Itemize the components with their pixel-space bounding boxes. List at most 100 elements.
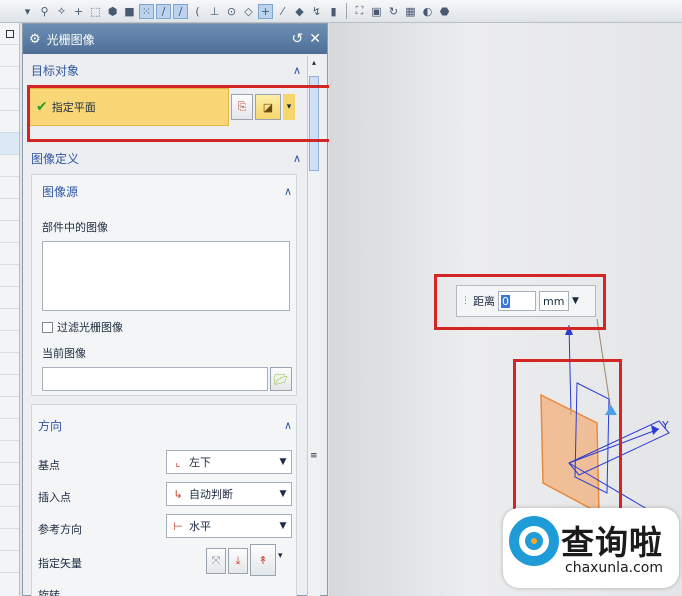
nav-row[interactable] xyxy=(0,309,19,331)
clear-icon[interactable]: ▮ xyxy=(326,4,341,19)
point-icon[interactable]: + xyxy=(71,4,86,19)
navigator-strip xyxy=(0,23,20,596)
vector-select-button[interactable]: ⤓ xyxy=(228,548,248,574)
section-title: 目标对象 xyxy=(31,64,80,78)
nav-row[interactable] xyxy=(0,419,19,441)
group-title: 方向 xyxy=(38,419,63,433)
render-style-icon[interactable]: ◐ xyxy=(420,4,435,19)
insert-point-label: 插入点 xyxy=(38,491,71,504)
toolbar-separator xyxy=(346,3,347,19)
nav-row[interactable] xyxy=(0,133,19,155)
dropdown-arrow-icon[interactable]: ▾ xyxy=(20,4,35,19)
dialog-title-bar[interactable]: ⚙ 光栅图像 ↺ ✕ xyxy=(23,24,327,54)
rotate-icon[interactable]: ↻ xyxy=(386,4,401,19)
layout-icon[interactable]: ▦ xyxy=(403,4,418,19)
reverse-direction-button[interactable]: ⤧ xyxy=(206,548,226,574)
y-axis-arrow xyxy=(651,425,659,435)
close-icon[interactable]: ✕ xyxy=(309,31,321,47)
ref-direction-dropdown[interactable]: ⊢ 水平 ▼ xyxy=(166,514,292,538)
dialog-title: 光栅图像 xyxy=(46,32,95,47)
line-snap-icon[interactable]: / xyxy=(156,3,171,19)
tangent-icon[interactable]: ⁄ xyxy=(275,4,290,19)
nav-row[interactable] xyxy=(0,265,19,287)
ref-direction-label: 参考方向 xyxy=(38,523,82,536)
chevron-up-icon[interactable]: ∧ xyxy=(293,152,301,165)
nav-row[interactable] xyxy=(0,89,19,111)
ref-direction-value: 水平 xyxy=(189,520,211,533)
part-images-list[interactable] xyxy=(42,241,290,311)
highlight-box-distance xyxy=(434,274,606,330)
solid-icon[interactable]: ■ xyxy=(122,4,137,19)
specify-vector-label: 指定矢量 xyxy=(38,557,82,570)
nav-row[interactable] xyxy=(0,507,19,529)
target-object-header[interactable]: 目标对象 ∧ xyxy=(31,62,301,79)
fit-view-icon[interactable]: ⛶ xyxy=(352,4,367,19)
curve-point-icon[interactable]: ↯ xyxy=(309,4,324,19)
cube-icon[interactable]: ⬢ xyxy=(105,4,120,19)
nav-row[interactable] xyxy=(0,221,19,243)
insert-point-dropdown[interactable]: ↳ 自动判断 ▼ xyxy=(166,482,292,506)
image-definition-header[interactable]: 图像定义 ∧ xyxy=(31,150,301,167)
scroll-up-icon[interactable]: ▴ xyxy=(309,58,319,72)
arc-icon[interactable]: ( xyxy=(190,4,205,19)
base-point-dropdown[interactable]: ⌞ 左下 ▼ xyxy=(166,450,292,474)
nav-row[interactable] xyxy=(0,23,19,45)
grid-snap-icon[interactable]: ⁙ xyxy=(139,3,154,19)
watermark-badge: 查询啦 chaxunla.com xyxy=(503,508,679,588)
nav-row[interactable] xyxy=(0,243,19,265)
chevron-up-icon[interactable]: ∧ xyxy=(284,419,292,432)
gear-icon[interactable]: ⚙ xyxy=(29,32,41,47)
filter-raster-checkbox[interactable] xyxy=(42,321,53,333)
snap-icon[interactable]: ⟡ xyxy=(54,4,69,19)
perpendicular-icon[interactable]: ⊥ xyxy=(207,4,222,19)
nav-row[interactable] xyxy=(0,485,19,507)
nav-row[interactable] xyxy=(0,155,19,177)
view-cube-icon[interactable]: ⬣ xyxy=(437,4,452,19)
image-source-header[interactable]: 图像源 ∧ xyxy=(42,183,292,200)
chevron-up-icon[interactable]: ∧ xyxy=(284,185,292,198)
select-filter-icon[interactable]: ⚲ xyxy=(37,4,52,19)
vector-dialog-button[interactable]: ↟ xyxy=(250,544,276,576)
splitter-grip-icon[interactable]: ≡ xyxy=(310,451,318,461)
magnifier-logo-icon xyxy=(509,516,559,566)
main-toolbar: ▾ ⚲ ⟡ + ⬚ ⬢ ■ ⁙ / ∕ ( ⊥ ⊙ ◇ + ⁄ ◆ ↯ ▮ ⛶ … xyxy=(0,0,682,23)
watermark-cn-text: 查询啦 xyxy=(561,523,663,562)
part-images-label: 部件中的图像 xyxy=(42,221,108,234)
reset-icon[interactable]: ↺ xyxy=(292,31,304,47)
nav-row[interactable] xyxy=(0,331,19,353)
image-source-group: 图像源 ∧ 部件中的图像 过滤光栅图像 当前图像 📂︎ xyxy=(31,174,297,396)
nav-row[interactable] xyxy=(0,45,19,67)
nav-row[interactable] xyxy=(0,397,19,419)
group-title: 图像源 xyxy=(42,185,79,199)
nav-row[interactable] xyxy=(0,529,19,551)
nav-row[interactable] xyxy=(0,199,19,221)
zoom-icon[interactable]: ▣ xyxy=(369,4,384,19)
center-icon[interactable]: ⊙ xyxy=(224,4,239,19)
surface-point-icon[interactable]: ◆ xyxy=(292,4,307,19)
current-image-field[interactable] xyxy=(42,367,268,391)
direction-group: 方向 ∧ 基点 ⌞ 左下 ▼ 插入点 ↳ 自动判断 ▼ 参考方向 ⊢ 水平 ▼ … xyxy=(31,404,297,596)
nav-row[interactable] xyxy=(0,353,19,375)
edge-snap-icon[interactable]: ∕ xyxy=(173,3,188,19)
filter-raster-row[interactable]: 过滤光栅图像 xyxy=(42,319,123,335)
vector-options-dropdown[interactable]: ▾ xyxy=(278,551,283,561)
nav-row[interactable] xyxy=(0,441,19,463)
nav-row[interactable] xyxy=(0,111,19,133)
nav-row[interactable] xyxy=(0,551,19,573)
direction-header[interactable]: 方向 ∧ xyxy=(38,417,292,434)
chevron-down-icon: ▼ xyxy=(279,457,287,467)
box-select-icon[interactable]: ⬚ xyxy=(88,4,103,19)
nav-row[interactable] xyxy=(0,375,19,397)
nav-row[interactable] xyxy=(0,287,19,309)
vector-icon: ⤓ xyxy=(235,554,241,567)
chevron-up-icon[interactable]: ∧ xyxy=(293,64,301,77)
nav-row[interactable] xyxy=(0,177,19,199)
intersection-icon[interactable]: + xyxy=(258,3,273,19)
nav-row[interactable] xyxy=(0,67,19,89)
corner-bottom-left-icon: ⌞ xyxy=(175,455,181,469)
quadrant-icon[interactable]: ◇ xyxy=(241,4,256,19)
section-title: 图像定义 xyxy=(31,152,80,166)
filter-raster-label: 过滤光栅图像 xyxy=(57,321,123,334)
browse-image-button[interactable]: 📂︎ xyxy=(270,367,292,391)
nav-row[interactable] xyxy=(0,463,19,485)
